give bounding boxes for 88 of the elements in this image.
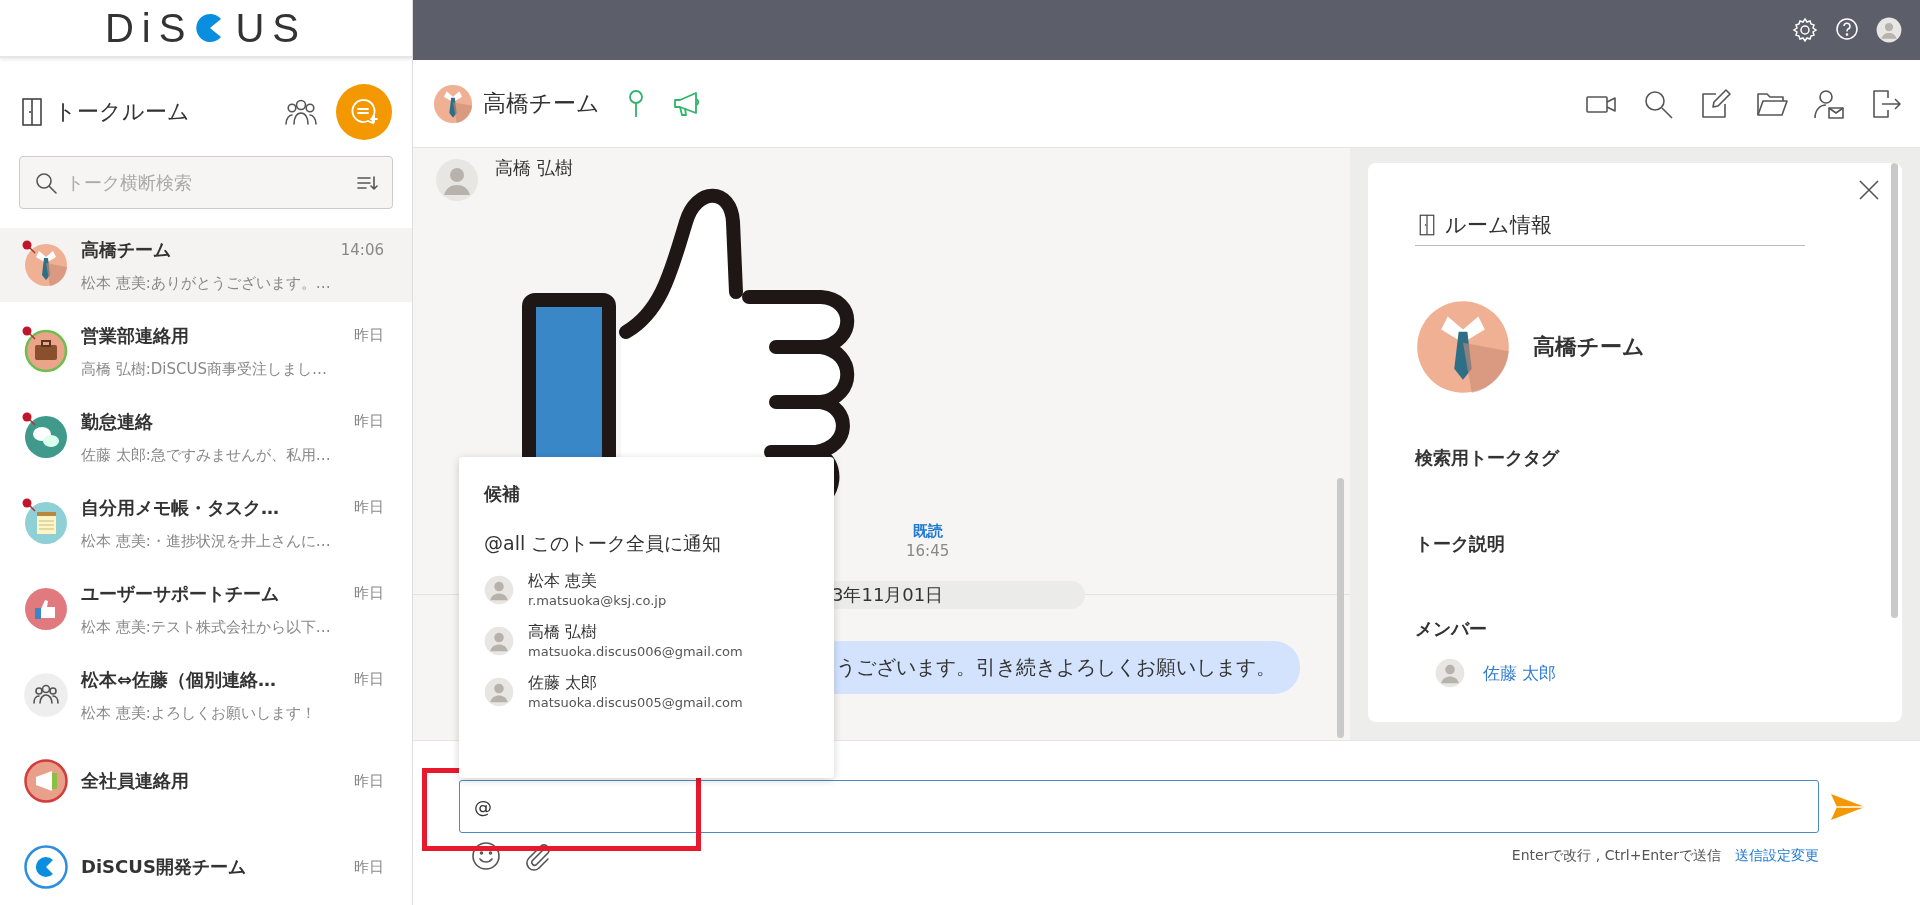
candidate-item[interactable]: 松本 恵美 r.matsuoka@ksj.co.jp [484,571,667,608]
avatar-icon [484,676,514,707]
settings-link[interactable]: 送信設定変更 [1735,847,1819,865]
room-time: 昨日 [353,584,384,603]
avatar-icon [484,574,514,605]
room-name: ユーザーサポートチーム [81,581,279,606]
close-icon [1858,179,1880,201]
room-item[interactable]: 勤怠連絡 昨日 佐藤 太郎:急ですみませんが、私用… [0,400,412,474]
section-heading: メンバー [1415,617,1488,641]
mention-option[interactable]: @all このトーク全員に通知 [484,531,722,557]
avatar-icon [435,158,479,202]
emoji-button[interactable] [471,841,501,871]
candidate-item[interactable]: 高橋 弘樹 matsuoka.discus006@gmail.com [484,622,743,659]
room-time: 昨日 [353,412,384,431]
room-avatar-icon [433,83,473,124]
room-name: 高橋チーム [1533,333,1645,361]
people-icon [284,97,318,127]
room-preview: 松本 恵美:テスト株式会社から以下… [81,617,332,637]
section-heading: 検索用トークタグ [1415,446,1561,470]
room-item[interactable]: 全社員連絡用 昨日 [0,744,412,818]
smiley-icon [471,841,501,871]
help-icon[interactable] [1834,17,1860,43]
room-preview: 佐藤 太郎:急ですみませんが、私用… [81,445,332,465]
room-preview: 松本 恵美:ありがとうございます。… [81,273,332,293]
section-title: トークルーム [54,98,190,126]
room-item[interactable]: ユーザーサポートチーム 昨日 松本 恵美:テスト株式会社から以下… [0,572,412,646]
room-name: 自分用メモ帳・タスク… [81,495,279,520]
room-preview: 高橋 弘樹:DiSCUS商事受注しまし… [81,359,329,379]
room-item[interactable]: 自分用メモ帳・タスク… 昨日 松本 恵美:・進捗状況を井上さんに… [0,486,412,560]
scrollbar[interactable] [1891,163,1898,618]
room-name: 全社員連絡用 [81,769,189,793]
toolbar-button[interactable] [1870,87,1902,120]
read-status: 既読 [911,522,944,541]
room-time: 昨日 [353,498,384,517]
search-input[interactable]: トーク横断検索 [64,171,356,194]
panel-title: ルーム情報 [1445,212,1552,239]
sort-icon [356,173,378,192]
message-bubble: うございます。引き続きよろしくお願いします。 [832,641,1300,694]
avatar-icon [484,625,514,656]
room-preview: 松本 恵美:・進捗状況を井上さんに… [81,531,332,551]
room-time: 昨日 [353,326,384,345]
settings-icon[interactable] [1792,17,1818,43]
user-mail-icon [1813,87,1845,120]
popup-title: 候補 [484,482,521,506]
room-time: 昨日 [353,670,384,689]
date-label: 3年11月01日 [832,581,1085,609]
message-time: 16:45 [906,542,950,560]
scrollbar[interactable] [1337,478,1344,738]
send-icon [1829,791,1867,822]
chat-title: 高橋チーム [483,89,600,118]
paperclip-icon [523,841,553,871]
room-avatar-icon [1415,299,1511,395]
exit-icon [1870,87,1902,120]
room-item[interactable]: 高橋チーム 14:06 松本 恵美:ありがとうございます。… [0,228,412,302]
search-icon [34,170,58,195]
door-icon [20,96,44,128]
room-preview: 松本 恵美:よろしくお願いします！ [81,703,317,723]
toolbar-button[interactable] [1699,87,1731,120]
room-name: 勤怠連絡 [81,409,153,434]
room-name: 営業部連絡用 [81,323,189,348]
room-item[interactable]: 松本⇔佐藤（個別連絡… 昨日 松本 恵美:よろしくお願いします！ [0,658,412,732]
shortcut-hint: Enterで改行 , Ctrl+Enterで送信 [1511,847,1721,865]
logo-text: DiS [105,5,194,51]
candidate-item[interactable]: 佐藤 太郎 matsuoka.discus005@gmail.com [484,673,743,710]
logo-text: US [235,5,307,51]
megaphone-icon[interactable] [672,90,702,117]
room-name: 高橋チーム [81,237,171,262]
room-time: 昨日 [353,857,384,877]
room-time: 昨日 [353,771,384,791]
chat-plus-icon [349,97,379,127]
room-time: 14:06 [339,240,384,259]
user-avatar-icon[interactable] [1876,17,1902,43]
attach-button[interactable] [523,841,553,871]
room-item[interactable]: DiSCUS開発チーム 昨日 [0,830,412,904]
member-link[interactable]: 佐藤 太郎 [1483,661,1557,685]
close-button[interactable] [1858,179,1880,201]
room-item[interactable]: 営業部連絡用 昨日 高橋 弘樹:DiSCUS商事受注しまし… [0,314,412,388]
avatar-icon [1435,658,1465,688]
section-heading: トーク説明 [1415,532,1506,556]
search-field[interactable]: トーク横断検索 [19,156,393,209]
toolbar-button[interactable] [1813,87,1845,120]
room-name: 松本⇔佐藤（個別連絡… [81,667,277,692]
pin-icon[interactable] [626,88,646,119]
edit-icon [1699,87,1731,120]
sender-name: 高橋 弘樹 [495,156,573,180]
room-name: DiSCUS開発チーム [81,855,246,879]
members-button[interactable] [284,97,318,127]
message-input[interactable]: @ [459,780,1819,833]
